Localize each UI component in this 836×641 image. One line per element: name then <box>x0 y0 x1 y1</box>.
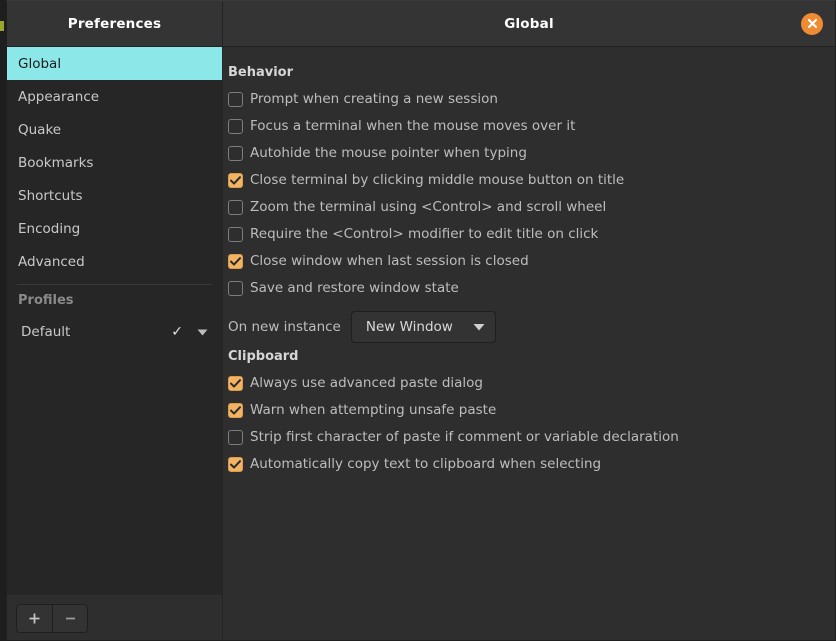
sidebar-toolbar <box>7 595 222 640</box>
checkbox-strip-first-character[interactable] <box>228 430 243 445</box>
checkbox-label: Close window when last session is closed <box>250 252 529 269</box>
on-new-instance-dropdown[interactable]: New Window <box>350 311 496 343</box>
checkbox-label: Require the <Control> modifier to edit t… <box>250 225 599 242</box>
checkbox-label: Prompt when creating a new session <box>250 90 498 107</box>
close-button[interactable] <box>801 12 823 35</box>
checkbox-save-restore-window-state[interactable] <box>228 281 243 296</box>
checkbox-focus-on-hover[interactable] <box>228 119 243 134</box>
checkbox-warn-unsafe-paste[interactable] <box>228 403 243 418</box>
checkbox-label: Zoom the terminal using <Control> and sc… <box>250 198 607 215</box>
checkbox-row-advanced-paste-dialog[interactable]: Always use advanced paste dialog <box>228 370 835 397</box>
profile-name: Default <box>21 324 71 340</box>
checkbox-row-zoom-ctrl-scroll[interactable]: Zoom the terminal using <Control> and sc… <box>228 194 835 221</box>
on-new-instance-row: On new instance New Window <box>228 305 835 349</box>
checkbox-label: Autohide the mouse pointer when typing <box>250 144 527 161</box>
sidebar-item-label: Bookmarks <box>18 154 94 171</box>
checkbox-row-warn-unsafe-paste[interactable]: Warn when attempting unsafe paste <box>228 397 835 424</box>
checkbox-close-middle-click[interactable] <box>228 173 243 188</box>
sidebar-item-global[interactable]: Global <box>7 47 222 80</box>
sidebar-item-appearance[interactable]: Appearance <box>7 80 222 113</box>
profile-button-group <box>16 603 88 633</box>
chevron-down-icon <box>473 323 485 331</box>
remove-profile-button[interactable] <box>52 604 87 632</box>
window-body: Global Appearance Quake Bookmarks Shortc… <box>7 47 835 640</box>
checkbox-label: Save and restore window state <box>250 279 459 296</box>
sidebar-item-label: Shortcuts <box>18 187 83 204</box>
sidebar-item-label: Appearance <box>18 88 100 105</box>
checkbox-row-strip-first-character[interactable]: Strip first character of paste if commen… <box>228 424 835 451</box>
sidebar-item-quake[interactable]: Quake <box>7 113 222 146</box>
checkmark-icon <box>230 379 241 388</box>
sidebar-item-label: Advanced <box>18 253 85 270</box>
checkbox-row-close-window-last-session[interactable]: Close window when last session is closed <box>228 248 835 275</box>
sidebar-item-label: Encoding <box>18 220 81 237</box>
sidebar-item-shortcuts[interactable]: Shortcuts <box>7 179 222 212</box>
checkbox-label: Automatically copy text to clipboard whe… <box>250 455 602 472</box>
background-terminal-text <box>0 21 4 31</box>
sidebar-item-label: Quake <box>18 121 62 138</box>
minus-icon <box>64 612 77 625</box>
check-icon: ✓ <box>171 324 183 340</box>
clipboard-group-title: Clipboard <box>228 349 299 364</box>
checkbox-zoom-ctrl-scroll[interactable] <box>228 200 243 215</box>
page-title: Global <box>504 15 554 32</box>
close-icon <box>807 18 818 29</box>
add-profile-button[interactable] <box>17 604 52 632</box>
checkmark-icon <box>230 460 241 469</box>
checkmark-icon <box>230 257 241 266</box>
checkbox-row-prompt-new-session[interactable]: Prompt when creating a new session <box>228 86 835 113</box>
checkmark-icon <box>230 406 241 415</box>
titlebar: Preferences Global <box>7 1 835 47</box>
sidebar-item-encoding[interactable]: Encoding <box>7 212 222 245</box>
preferences-title: Preferences <box>67 15 162 32</box>
sidebar-item-advanced[interactable]: Advanced <box>7 245 222 278</box>
sidebar-item-bookmarks[interactable]: Bookmarks <box>7 146 222 179</box>
checkbox-row-auto-copy-on-select[interactable]: Automatically copy text to clipboard whe… <box>228 451 835 478</box>
checkbox-row-ctrl-edit-title[interactable]: Require the <Control> modifier to edit t… <box>228 221 835 248</box>
checkbox-row-save-restore-window-state[interactable]: Save and restore window state <box>228 275 835 302</box>
sidebar-section-profiles-label: Profiles <box>18 292 74 308</box>
checkbox-close-window-last-session[interactable] <box>228 254 243 269</box>
sidebar-item-label: Global <box>18 55 62 72</box>
titlebar-sidebar-section: Preferences <box>7 1 223 46</box>
checkbox-row-autohide-pointer[interactable]: Autohide the mouse pointer when typing <box>228 140 835 167</box>
settings-panel: Behavior Prompt when creating a new sess… <box>223 47 835 640</box>
on-new-instance-value: New Window <box>365 319 453 335</box>
checkbox-label: Warn when attempting unsafe paste <box>250 401 497 418</box>
profile-item-default[interactable]: Default ✓ <box>7 315 222 349</box>
checkbox-label: Close terminal by clicking middle mouse … <box>250 171 625 188</box>
checkbox-auto-copy-on-select[interactable] <box>228 457 243 472</box>
checkbox-row-focus-on-hover[interactable]: Focus a terminal when the mouse moves ov… <box>228 113 835 140</box>
titlebar-main-section: Global <box>223 1 835 46</box>
behavior-group-title: Behavior <box>228 65 294 80</box>
on-new-instance-label: On new instance <box>228 319 341 335</box>
checkbox-row-close-middle-click[interactable]: Close terminal by clicking middle mouse … <box>228 167 835 194</box>
checkbox-label: Strip first character of paste if commen… <box>250 428 679 445</box>
checkmark-icon <box>230 176 241 185</box>
checkbox-autohide-pointer[interactable] <box>228 146 243 161</box>
chevron-down-icon[interactable] <box>197 329 208 336</box>
checkbox-advanced-paste-dialog[interactable] <box>228 376 243 391</box>
checkbox-prompt-new-session[interactable] <box>228 92 243 107</box>
sidebar: Global Appearance Quake Bookmarks Shortc… <box>7 47 223 640</box>
sidebar-nav-list: Global Appearance Quake Bookmarks Shortc… <box>7 47 222 595</box>
plus-icon <box>28 612 41 625</box>
checkbox-label: Always use advanced paste dialog <box>250 374 483 391</box>
preferences-window: Preferences Global Global Appearance Qua… <box>6 0 836 641</box>
checkbox-ctrl-edit-title[interactable] <box>228 227 243 242</box>
checkbox-label: Focus a terminal when the mouse moves ov… <box>250 117 576 134</box>
